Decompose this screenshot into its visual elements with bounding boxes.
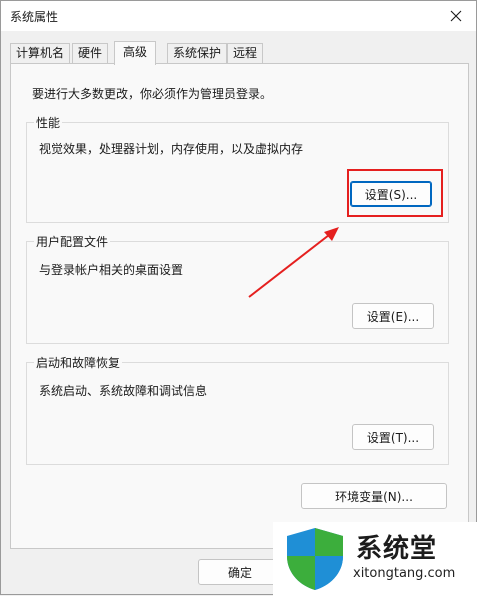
system-properties-window: 系统属性 计算机名 硬件 高级 系统保护 远程 要进行大多数更改，你必须作为管理… bbox=[0, 0, 477, 596]
watermark-brand: 系统堂 bbox=[356, 534, 438, 564]
annotation-arrow bbox=[248, 227, 339, 298]
shield-logo-icon bbox=[287, 528, 343, 590]
watermark: 系统堂 xitongtang.com bbox=[273, 522, 477, 596]
tab-advanced[interactable]: 高级 bbox=[114, 41, 157, 65]
watermark-url: xitongtang.com bbox=[353, 566, 456, 581]
